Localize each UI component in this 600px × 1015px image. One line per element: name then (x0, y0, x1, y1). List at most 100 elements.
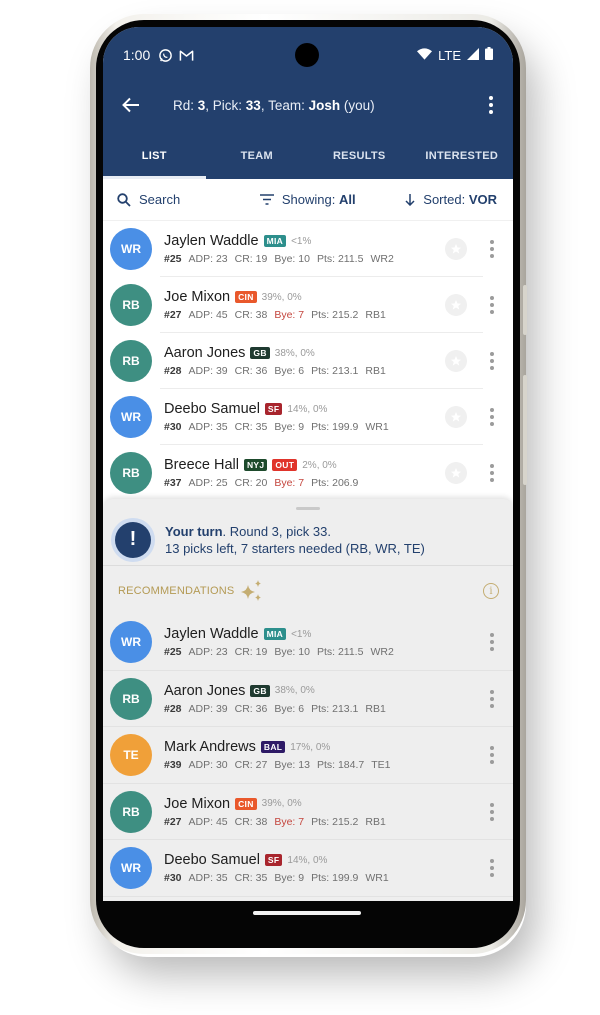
row-menu-button[interactable] (489, 746, 495, 765)
position-rank: WR2 (370, 646, 394, 659)
more-options-button[interactable] (487, 96, 495, 114)
team-badge: MIA (263, 628, 287, 641)
row-menu-button[interactable] (489, 859, 495, 878)
player-name: Aaron Jones (164, 345, 246, 361)
star-icon (451, 412, 461, 422)
alert-icon: ! (115, 521, 151, 558)
gmail-icon (179, 49, 194, 62)
filter-icon (259, 194, 274, 205)
player-cr: CR: 19 (234, 253, 268, 265)
page-title: Rd: 3, Pick: 33, Team: Josh (you) (173, 98, 375, 113)
player-row[interactable]: RB Aaron Jones GB 38%, 0% #28 ADP: 39 CR: 36 By… (103, 333, 513, 389)
player-row[interactable]: RB Joe Mixon CIN 39%, 0% #27 ADP: 45 CR: 38 Bye… (103, 784, 513, 840)
row-menu-button[interactable] (489, 296, 495, 314)
recommendations-label: RECOMMENDATIONS (118, 585, 235, 597)
wifi-icon (417, 47, 433, 63)
tab-results[interactable]: RESULTS (308, 133, 411, 179)
position-avatar: WR (110, 621, 152, 664)
row-menu-button[interactable] (489, 802, 495, 821)
player-row[interactable]: WR Deebo Samuel SF 14%, 0% #30 ADP: 35 CR: 35 B… (103, 840, 513, 897)
favorite-button[interactable] (445, 350, 467, 372)
sorted-label: Sorted: (423, 192, 466, 207)
player-rank: #27 (164, 309, 182, 321)
player-rank: #25 (164, 646, 182, 659)
player-bye: Bye: 7 (274, 309, 305, 321)
team-value: Josh (308, 97, 341, 113)
title-bar: Rd: 3, Pick: 33, Team: Josh (you) (103, 89, 513, 121)
favorite-button[interactable] (445, 294, 467, 316)
player-row[interactable]: RB Aaron Jones GB 38%, 0% #28 ADP: 39 CR: 36 By… (103, 671, 513, 727)
player-adp: ADP: 35 (188, 872, 228, 885)
star-icon (451, 244, 461, 254)
player-rank: #28 (164, 365, 182, 377)
team-badge: GB (250, 347, 270, 359)
recommendations-list: WR Jaylen Waddle MIA <1% #25 ADP: 23 CR: 19 Bye… (103, 614, 513, 897)
volume-button (523, 285, 527, 335)
favorite-button[interactable] (445, 462, 467, 484)
player-info: Deebo Samuel SF 14%, 0% #30 ADP: 35 CR: 35 Bye… (164, 852, 489, 884)
sorted-value: VOR (468, 192, 497, 207)
player-row[interactable]: RB Breece Hall NYJ OUT 2%, 0% #37 ADP: 25 CR: 2… (103, 445, 513, 501)
player-name: Aaron Jones (164, 682, 246, 699)
position-avatar: WR (110, 228, 152, 270)
list-toolbar: Search Showing: All Sorted: VOR (103, 179, 513, 221)
row-menu-button[interactable] (489, 240, 495, 258)
player-row[interactable]: WR Jaylen Waddle MIA <1% #25 ADP: 23 CR: 19 Bye… (103, 221, 513, 277)
tab-team[interactable]: TEAM (206, 133, 309, 179)
row-menu-button[interactable] (489, 464, 495, 482)
row-menu-button[interactable] (489, 408, 495, 426)
player-row[interactable]: RB Joe Mixon CIN 39%, 0% #27 ADP: 45 CR: 38 Bye… (103, 277, 513, 333)
position-rank: RB1 (365, 815, 386, 828)
player-adp: ADP: 35 (188, 421, 228, 433)
row-menu-button[interactable] (489, 352, 495, 370)
tab-interested[interactable]: INTERESTED (411, 133, 514, 179)
player-bye: Bye: 6 (274, 702, 305, 715)
sort-button[interactable]: Sorted: VOR (405, 192, 497, 207)
player-info: Mark Andrews BAL 17%, 0% #39 ADP: 30 CR: 27 By… (164, 739, 489, 771)
filter-button[interactable]: Showing: All (230, 192, 356, 207)
player-name: Jaylen Waddle (164, 626, 259, 643)
row-menu-button[interactable] (489, 633, 495, 652)
team-badge: CIN (235, 797, 257, 810)
injury-badge: OUT (272, 459, 298, 471)
nav-bar (103, 901, 513, 925)
ownership-pct: 17%, 0% (290, 741, 331, 753)
pick-value: 33 (245, 97, 261, 113)
row-menu-button[interactable] (489, 689, 495, 708)
home-gesture-bar[interactable] (253, 911, 361, 915)
player-bye: Bye: 13 (274, 759, 310, 772)
player-adp: ADP: 39 (188, 365, 228, 377)
info-button[interactable]: i (483, 583, 499, 599)
search-label: Search (139, 192, 181, 207)
position-avatar: RB (110, 340, 152, 382)
player-pts: Pts: 213.1 (311, 702, 359, 715)
player-adp: ADP: 23 (188, 646, 228, 659)
player-row[interactable]: WR Deebo Samuel SF 14%, 0% #30 ADP: 35 CR: 35 B… (103, 389, 513, 445)
player-pts: Pts: 199.9 (311, 872, 359, 885)
position-avatar: TE (110, 734, 152, 777)
favorite-button[interactable] (445, 406, 467, 428)
favorite-button[interactable] (445, 238, 467, 260)
search-button[interactable]: Search (117, 192, 180, 207)
player-bye: Bye: 7 (274, 477, 305, 489)
player-row[interactable]: WR Jaylen Waddle MIA <1% #25 ADP: 23 CR: 19 Bye… (103, 614, 513, 671)
rd-label: Rd: (173, 97, 198, 113)
showing-value: All (338, 192, 356, 207)
ownership-pct: 38%, 0% (274, 347, 315, 359)
player-adp: ADP: 25 (188, 477, 228, 489)
player-row[interactable]: TE Mark Andrews BAL 17%, 0% #39 ADP: 30 CR: 27… (103, 727, 513, 784)
player-info: Breece Hall NYJ OUT 2%, 0% #37 ADP: 25 CR: 20 B… (164, 457, 445, 489)
bottom-sheet: ! Your turn. Round 3, pick 33. 13 picks … (103, 499, 513, 901)
turn-bold: Your turn (165, 523, 223, 539)
player-name: Joe Mixon (164, 795, 231, 812)
arrow-down-icon (405, 193, 415, 206)
tab-list[interactable]: LIST (103, 133, 206, 179)
back-button[interactable] (119, 93, 143, 117)
star-icon (451, 468, 461, 478)
player-info: Joe Mixon CIN 39%, 0% #27 ADP: 45 CR: 38 Bye: … (164, 289, 445, 321)
divider (103, 895, 513, 897)
player-pts: Pts: 211.5 (316, 646, 364, 659)
showing-label: Showing: (281, 192, 336, 207)
ownership-pct: 38%, 0% (274, 685, 315, 697)
player-name: Deebo Samuel (164, 852, 260, 869)
